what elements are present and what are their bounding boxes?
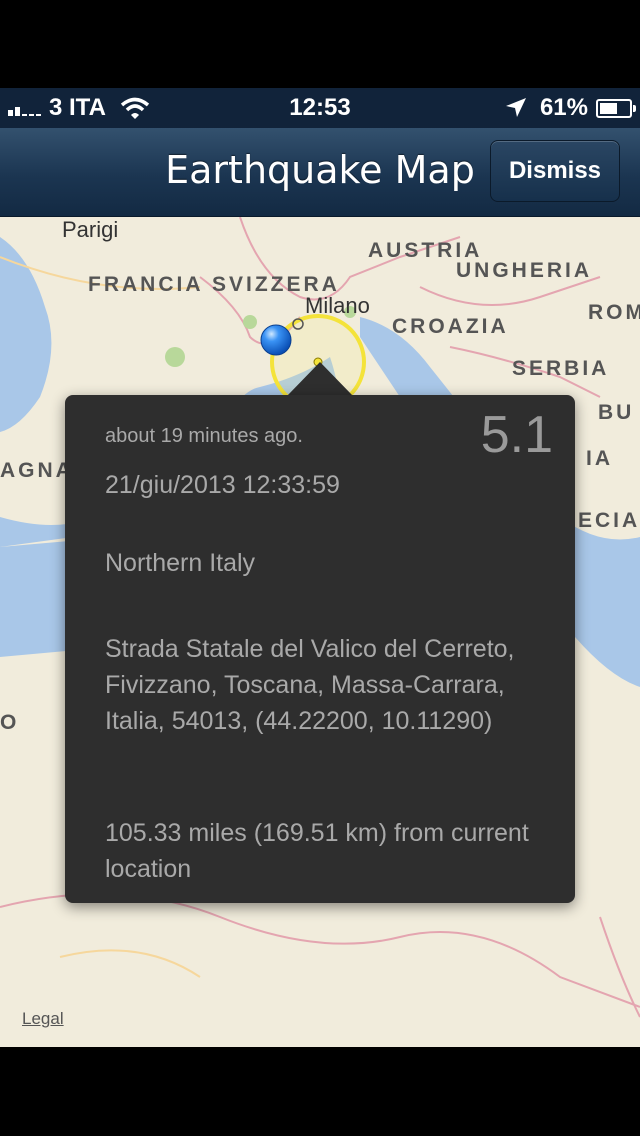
map-label-ecia: ECIA <box>578 509 640 532</box>
navigation-bar: Earthquake Map Dismiss <box>0 128 640 217</box>
legal-link[interactable]: Legal <box>22 1009 64 1029</box>
battery-fill <box>600 102 617 114</box>
event-region: Northern Italy <box>105 549 256 577</box>
map-label-rom: ROM <box>588 301 640 324</box>
map-label-francia: FRANCIA <box>88 273 204 296</box>
map-label-ia: IA <box>586 447 613 470</box>
map-label-serbia: SERBIA <box>512 357 610 380</box>
event-distance: 105.33 miles (169.51 km) from current lo… <box>105 819 529 883</box>
map-label-bu: BU <box>598 401 635 424</box>
earthquake-callout[interactable]: 5.1 about 19 minutes ago. 21/giu/2013 12… <box>65 395 575 903</box>
time-ago: about 19 minutes ago. <box>105 425 303 447</box>
location-arrow-icon <box>505 98 526 117</box>
event-datetime: 21/giu/2013 12:33:59 <box>105 471 340 499</box>
dismiss-button[interactable]: Dismiss <box>490 140 620 202</box>
map-label-o: O <box>0 711 20 734</box>
popover-arrow <box>287 362 353 396</box>
battery-icon <box>596 98 636 118</box>
map-label-ungheria: UNGHERIA <box>456 259 593 282</box>
location-pin-icon[interactable] <box>258 322 294 358</box>
battery-percent: 61% <box>539 94 588 121</box>
event-address: Strada Statale del Valico del Cerreto, F… <box>105 635 515 735</box>
map-label-parigi: Parigi <box>62 217 119 242</box>
status-bar: 3 ITA 12:53 61% <box>0 88 640 128</box>
status-right: 61% <box>504 94 636 122</box>
map-label-agna: AGNA <box>0 459 74 482</box>
bottom-black-area <box>0 1047 640 1136</box>
map-label-croazia: CROAZIA <box>392 315 509 338</box>
magnitude-value: 5.1 <box>480 406 553 464</box>
